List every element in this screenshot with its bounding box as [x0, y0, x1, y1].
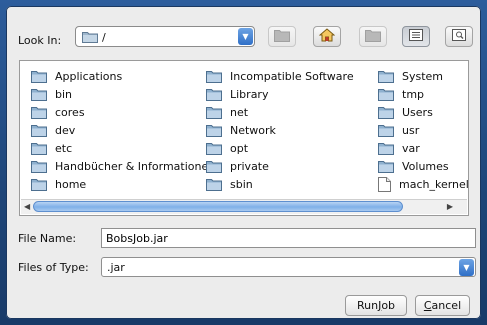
list-item[interactable]: System [378, 67, 469, 85]
list-item-label: Handbücher & Informationen [55, 159, 216, 173]
cancel-button[interactable]: Cancel [415, 295, 470, 316]
open-file-dialog: Look In: / ▼ Applications bin cores dev etc H… [6, 6, 481, 319]
look-in-path: / [102, 31, 106, 44]
list-item-label: bin [55, 87, 73, 101]
details-view-icon [452, 29, 466, 44]
list-item-label: opt [230, 141, 249, 155]
file-list-column-3: System tmp Users usr var Volumes mach_kernel [378, 67, 469, 193]
folder-icon [206, 124, 226, 137]
list-item[interactable]: home [31, 175, 215, 193]
scroll-left-icon[interactable]: ◀ [24, 202, 30, 211]
file-name-label: File Name: [18, 232, 77, 245]
new-folder-icon [365, 29, 381, 45]
list-item-label: tmp [402, 87, 425, 101]
chevron-down-icon[interactable]: ▼ [459, 259, 474, 276]
list-item[interactable]: dev [31, 121, 215, 139]
scrollbar-thumb[interactable] [33, 201, 403, 212]
list-view-button[interactable] [402, 26, 430, 47]
list-item[interactable]: Users [378, 103, 469, 121]
file-icon [378, 176, 395, 192]
list-item-label: usr [402, 123, 420, 137]
list-item-label: mach_kernel [399, 177, 469, 191]
list-item[interactable]: sbin [206, 175, 354, 193]
horizontal-scrollbar[interactable]: ◀ ▶ [21, 199, 467, 214]
list-item[interactable]: opt [206, 139, 354, 157]
folder-icon [206, 70, 226, 83]
list-item-label: Applications [55, 69, 123, 83]
list-item[interactable]: private [206, 157, 354, 175]
folder-icon [206, 178, 226, 191]
folder-icon [31, 88, 51, 101]
cancel-mnemonic: C [423, 299, 432, 312]
list-item[interactable]: Library [206, 85, 354, 103]
list-item-label: sbin [230, 177, 253, 191]
file-name-input[interactable] [101, 228, 476, 248]
list-item-label: System [402, 69, 444, 83]
list-item-label: Incompatible Software [230, 69, 354, 83]
list-item-label: Users [402, 105, 433, 119]
folder-icon [378, 142, 398, 155]
list-item[interactable]: Incompatible Software [206, 67, 354, 85]
folder-icon [206, 88, 226, 101]
up-folder-icon [274, 29, 290, 45]
look-in-combo[interactable]: / ▼ [75, 26, 255, 47]
list-item-label: cores [55, 105, 85, 119]
list-item[interactable]: var [378, 139, 469, 157]
list-item[interactable]: etc [31, 139, 215, 157]
run-label-suffix: ob [381, 299, 396, 312]
list-item[interactable]: bin [31, 85, 215, 103]
folder-icon [378, 124, 398, 137]
up-folder-button[interactable] [268, 26, 296, 47]
list-item-label: etc [55, 141, 73, 155]
folder-icon [206, 142, 226, 155]
folder-icon [206, 106, 226, 119]
run-label-prefix: Run [356, 299, 379, 312]
list-item[interactable]: Applications [31, 67, 215, 85]
list-item-label: home [55, 177, 87, 191]
file-type-label: Files of Type: [18, 261, 89, 274]
list-item-label: dev [55, 123, 76, 137]
list-item-label: private [230, 159, 269, 173]
folder-icon [31, 70, 51, 83]
folder-icon [31, 106, 51, 119]
details-view-button[interactable] [445, 26, 473, 47]
folder-icon [378, 88, 398, 101]
list-item-label: net [230, 105, 249, 119]
home-icon [318, 28, 336, 45]
run-job-button[interactable]: Run Job [345, 295, 407, 316]
file-list[interactable]: Applications bin cores dev etc Handbücher & I… [19, 60, 469, 216]
cancel-label-suffix: ancel [431, 299, 462, 312]
folder-icon [31, 160, 51, 173]
list-view-icon [409, 29, 423, 44]
folder-icon [31, 124, 51, 137]
file-list-column-2: Incompatible Software Library net Network op… [206, 67, 354, 193]
folder-icon [31, 178, 51, 191]
list-item[interactable]: tmp [378, 85, 469, 103]
folder-icon [378, 160, 398, 173]
chevron-down-icon[interactable]: ▼ [238, 28, 253, 45]
home-button[interactable] [313, 26, 341, 47]
folder-icon [378, 106, 398, 119]
folder-icon [82, 31, 98, 46]
look-in-label: Look In: [18, 34, 62, 47]
scroll-right-icon[interactable]: ▶ [447, 202, 453, 211]
list-item-label: Library [230, 87, 269, 101]
list-item[interactable]: net [206, 103, 354, 121]
list-item[interactable]: mach_kernel [378, 175, 469, 193]
list-item[interactable]: Volumes [378, 157, 469, 175]
list-item-label: Network [230, 123, 276, 137]
folder-icon [31, 142, 51, 155]
list-item-label: Volumes [402, 159, 449, 173]
file-list-column-1: Applications bin cores dev etc Handbücher & I… [31, 67, 215, 193]
file-type-combo[interactable]: .jar ▼ [101, 257, 476, 277]
folder-icon [206, 160, 226, 173]
folder-icon [378, 70, 398, 83]
list-item-label: var [402, 141, 420, 155]
list-item[interactable]: Network [206, 121, 354, 139]
new-folder-button[interactable] [359, 26, 387, 47]
file-type-value: .jar [107, 261, 125, 274]
list-item[interactable]: usr [378, 121, 469, 139]
list-item[interactable]: cores [31, 103, 215, 121]
list-item[interactable]: Handbücher & Informationen [31, 157, 215, 175]
